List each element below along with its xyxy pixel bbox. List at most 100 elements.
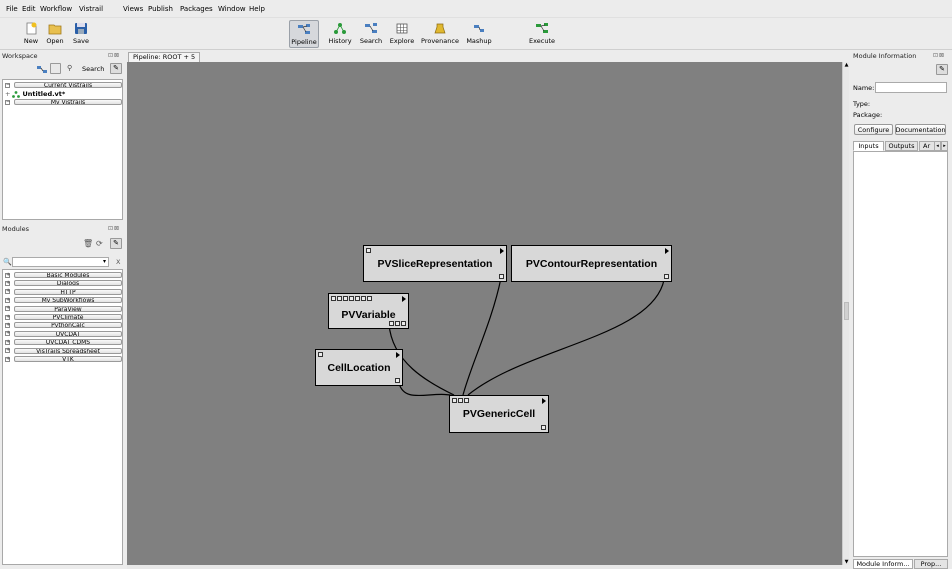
vistrail-item[interactable]: + Untitled.vt*: [5, 90, 65, 98]
group-my-vistrails[interactable]: − My Vistrails: [5, 99, 122, 105]
package-item[interactable]: + VisTrails Spreadsheet: [5, 347, 122, 354]
module-search-input[interactable]: [12, 257, 109, 267]
package-item[interactable]: + HTTP: [5, 288, 122, 295]
output-port[interactable]: [499, 274, 504, 279]
inputs-list[interactable]: [853, 151, 948, 557]
module-info-dock-buttons[interactable]: ⊡⊠: [933, 52, 945, 59]
package-item[interactable]: + Basic Modules: [5, 272, 122, 278]
search-dropdown-icon[interactable]: ▾: [103, 258, 106, 265]
tab-pipeline[interactable]: Pipeline: ROOT + 5: [128, 52, 201, 62]
clear-search-icon[interactable]: X: [116, 258, 120, 266]
tab-inputs[interactable]: Inputs: [853, 141, 884, 151]
input-port[interactable]: [318, 352, 323, 357]
expand-icon[interactable]: +: [5, 297, 10, 303]
workspace-search-label[interactable]: Search: [82, 65, 104, 73]
expand-icon[interactable]: +: [5, 339, 10, 345]
expand-icon[interactable]: +: [5, 348, 10, 354]
input-port[interactable]: [361, 296, 366, 301]
package-item[interactable]: + VTK: [5, 356, 122, 362]
documentation-button[interactable]: Documentation: [895, 124, 946, 135]
expand-icon[interactable]: +: [5, 90, 10, 98]
menu-publish[interactable]: Publish: [148, 5, 173, 13]
refresh-icon[interactable]: ⟳: [96, 239, 103, 248]
output-port[interactable]: [541, 425, 546, 430]
new-button[interactable]: New: [21, 20, 41, 48]
menu-file[interactable]: File: [6, 5, 18, 13]
output-arrow-icon[interactable]: [500, 248, 504, 254]
scroll-up-icon[interactable]: ▲: [843, 62, 850, 68]
expand-icon[interactable]: +: [5, 322, 10, 328]
package-item[interactable]: + My SubWorkflows: [5, 297, 122, 304]
package-item[interactable]: + PythonCalc: [5, 322, 122, 329]
workspace-dock-buttons[interactable]: ⊡⊠: [108, 52, 120, 59]
menu-help[interactable]: Help: [249, 5, 265, 13]
canvas-vertical-scrollbar[interactable]: ▲ ▼: [842, 62, 849, 565]
module-pvslicerepresentation[interactable]: PVSliceRepresentation: [363, 245, 507, 282]
input-port[interactable]: [331, 296, 336, 301]
expand-icon[interactable]: +: [5, 306, 10, 312]
expand-icon[interactable]: +: [5, 272, 10, 278]
collapse-icon[interactable]: −: [5, 82, 10, 88]
connection-contour-cell[interactable]: [467, 279, 665, 396]
package-item[interactable]: + Dialogs: [5, 280, 122, 287]
input-port[interactable]: [458, 398, 463, 403]
pipeline-canvas[interactable]: PVSliceRepresentation PVContourRepresent…: [127, 62, 842, 565]
input-port[interactable]: [464, 398, 469, 403]
open-button[interactable]: Open: [44, 20, 66, 48]
save-button[interactable]: Save: [70, 20, 92, 48]
output-arrow-icon[interactable]: [665, 248, 669, 254]
scroll-thumb[interactable]: [844, 302, 849, 320]
menu-views[interactable]: Views: [123, 5, 143, 13]
input-port[interactable]: [355, 296, 360, 301]
module-pvvariable[interactable]: PVVariable: [328, 293, 409, 329]
input-port[interactable]: [366, 248, 371, 253]
package-item[interactable]: + UVCDAT: [5, 330, 122, 337]
configure-button[interactable]: Configure: [854, 124, 893, 135]
output-port[interactable]: [395, 378, 400, 383]
input-port[interactable]: [343, 296, 348, 301]
input-port[interactable]: [337, 296, 342, 301]
pipeline-view-button[interactable]: Pipeline: [289, 20, 319, 48]
output-arrow-icon[interactable]: [396, 352, 400, 358]
provenance-view-button[interactable]: Provenance: [420, 20, 460, 48]
output-arrow-icon[interactable]: [402, 296, 406, 302]
output-port[interactable]: [401, 321, 406, 326]
package-item[interactable]: + UVCDAT CDMS: [5, 339, 122, 346]
output-port[interactable]: [664, 274, 669, 279]
module-pvgenericcell[interactable]: PVGenericCell: [449, 395, 549, 433]
output-arrow-icon[interactable]: [542, 398, 546, 404]
output-port[interactable]: [389, 321, 394, 326]
menu-packages[interactable]: Packages: [180, 5, 213, 13]
package-item[interactable]: + ParaView: [5, 305, 122, 312]
module-celllocation[interactable]: CellLocation: [315, 349, 403, 386]
module-info-pin-icon[interactable]: ✎: [936, 64, 948, 75]
tab-scroll-left-icon[interactable]: ◂: [934, 141, 941, 151]
expand-icon[interactable]: +: [5, 289, 10, 295]
explore-view-button[interactable]: Explore: [389, 20, 415, 48]
canvas-horizontal-scrollbar[interactable]: [127, 565, 842, 569]
input-port[interactable]: [349, 296, 354, 301]
menu-window[interactable]: Window: [218, 5, 246, 13]
tab-outputs[interactable]: Outputs: [885, 141, 918, 151]
trash-icon[interactable]: 🗑: [83, 239, 93, 248]
input-port[interactable]: [452, 398, 457, 403]
menu-vistrail[interactable]: Vistrail: [79, 5, 103, 13]
modules-dock-buttons[interactable]: ⊡⊠: [108, 225, 120, 232]
tab-scroll-right-icon[interactable]: ▸: [941, 141, 948, 151]
expand-icon[interactable]: +: [5, 356, 10, 362]
tab-module-information[interactable]: Module Inform...: [853, 559, 913, 569]
execute-button[interactable]: Execute: [527, 20, 557, 48]
group-current-vistrails[interactable]: − Current Vistrails: [5, 82, 122, 88]
modules-pin-icon[interactable]: ✎: [110, 238, 122, 249]
pipeline-toggle-icon[interactable]: [36, 64, 48, 75]
collapse-icon[interactable]: −: [5, 99, 10, 105]
output-port[interactable]: [395, 321, 400, 326]
expand-icon[interactable]: +: [5, 314, 10, 320]
history-view-button[interactable]: History: [327, 20, 353, 48]
mashup-view-button[interactable]: Mashup: [465, 20, 493, 48]
module-name-field[interactable]: [875, 82, 947, 93]
search-view-button[interactable]: Search: [358, 20, 384, 48]
input-port[interactable]: [367, 296, 372, 301]
expand-icon[interactable]: +: [5, 280, 10, 286]
pin-icon[interactable]: ✎: [110, 63, 122, 74]
